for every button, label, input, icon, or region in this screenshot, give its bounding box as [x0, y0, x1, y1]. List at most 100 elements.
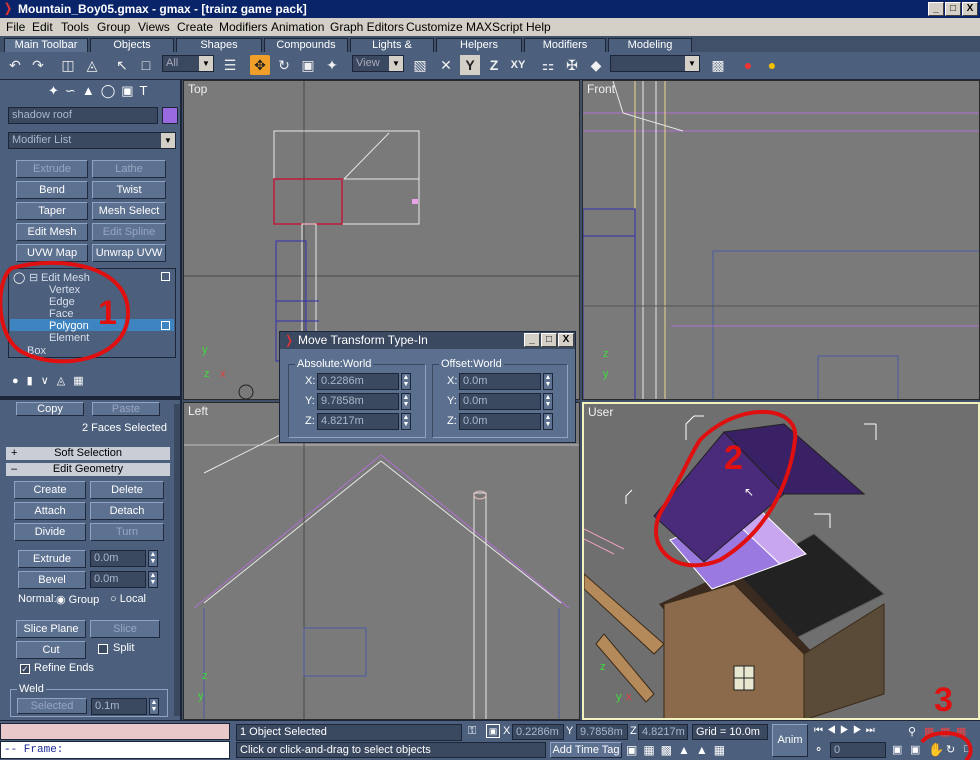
tab-lights-cameras[interactable]: Lights & Cameras [350, 38, 434, 63]
create-tab-icon[interactable]: ✦ [48, 83, 65, 98]
stack-checkbox[interactable] [161, 321, 170, 330]
lathe-modifier-button[interactable]: Lathe [92, 160, 166, 178]
motion-tab-icon[interactable]: ◯ [101, 83, 122, 98]
coord-z-field[interactable]: 4.8217m [638, 724, 688, 740]
dialog-minimize-button[interactable]: _ [524, 333, 540, 347]
maxscript-listener-pink[interactable] [0, 723, 230, 740]
bend-modifier-button[interactable]: Bend [16, 181, 88, 199]
select-by-name-icon[interactable]: ☰ [220, 55, 240, 75]
array-icon[interactable]: ✠ [562, 55, 582, 75]
link-icon[interactable]: ◫ [58, 55, 78, 75]
extrude-amount-field[interactable]: 0.0m [90, 550, 146, 567]
divide-button[interactable]: Divide [14, 523, 86, 541]
stack-item-vertex[interactable]: Vertex [49, 284, 80, 296]
lightbulb-icon[interactable]: ◯ [13, 272, 25, 284]
edit-geometry-rollout[interactable]: – Edit Geometry [6, 463, 170, 476]
menu-create[interactable]: Create [177, 18, 213, 36]
modifier-stack[interactable]: ◯ ⊟ Edit Mesh Vertex Edge Face Polygon E… [8, 268, 176, 358]
dialog-close-button[interactable]: X [558, 333, 574, 347]
unwrap-uvw-modifier-button[interactable]: Unwrap UVW [92, 244, 166, 262]
group-radio[interactable]: ◉ Group [56, 593, 99, 606]
menu-tools[interactable]: Tools [61, 18, 89, 36]
viewport-label-user[interactable]: User [588, 405, 613, 419]
menu-customize[interactable]: Customize [406, 18, 463, 36]
display-tab-icon[interactable]: ▣ [121, 83, 139, 98]
zoom-extents-icon[interactable]: ▦ [940, 725, 950, 738]
absolute-x-spinner[interactable]: ▲ ▼ [401, 373, 411, 390]
frame-field[interactable]: 0 [830, 742, 886, 758]
show-end-result-icon[interactable]: ▮ [27, 375, 41, 387]
playback-controls[interactable]: ⏮◀▶▶⏭ [814, 725, 879, 736]
stack-item-polygon[interactable]: Polygon [49, 320, 89, 332]
weld-threshold-field[interactable]: 0.1m [91, 698, 147, 715]
rotate-icon[interactable]: ↻ [274, 55, 294, 75]
twist-modifier-button[interactable]: Twist [92, 181, 166, 199]
move-transform-dialog[interactable]: ❭ Move Transform Type-In _ □ X Absolute:… [279, 331, 576, 443]
menu-views[interactable]: Views [138, 18, 170, 36]
slice-button[interactable]: Slice [90, 620, 160, 638]
weld-spinner[interactable]: ▲ ▼ [149, 698, 159, 715]
pan-hand-icon[interactable]: ✋ [928, 742, 944, 758]
close-button[interactable]: X [962, 2, 978, 16]
offset-y-field[interactable]: 0.0m [459, 393, 541, 410]
stack-checkbox[interactable] [161, 272, 170, 281]
transform-center-icon[interactable]: ✦ [322, 55, 342, 75]
configure-sets-icon[interactable]: ▦ [73, 375, 91, 387]
copy-button[interactable]: Copy [16, 402, 84, 416]
command-panel-tabs[interactable]: ✦∽▲◯▣T [48, 83, 180, 101]
pivot-icon[interactable]: ▧ [410, 55, 430, 75]
unlink-icon[interactable]: ◬ [82, 55, 102, 75]
absolute-x-field[interactable]: 0.2286m [317, 373, 399, 390]
tab-objects[interactable]: Objects [90, 38, 174, 52]
attach-button[interactable]: Attach [14, 502, 86, 520]
offset-z-spinner[interactable]: ▲ ▼ [543, 413, 553, 430]
align-icon[interactable]: ◆ [586, 55, 606, 75]
maxscript-listener[interactable]: -- Frame: [0, 741, 230, 759]
stack-item-box[interactable]: Box [27, 345, 46, 357]
delete-button[interactable]: Delete [90, 481, 164, 499]
menu-modifiers[interactable]: Modifiers [219, 18, 268, 36]
refine-ends-checkbox[interactable]: ✓ [20, 664, 30, 674]
maximize-button[interactable]: □ [945, 2, 961, 16]
make-unique-icon[interactable]: ∨ [41, 375, 57, 387]
remove-modifier-icon[interactable]: ◬ [57, 375, 73, 387]
pin-stack-icon[interactable]: ● [12, 375, 27, 387]
viewport-label-top[interactable]: Top [188, 82, 207, 96]
dialog-title-bar[interactable]: ❭ Move Transform Type-In _ □ X [280, 332, 575, 349]
layers-icon[interactable]: ▩ [708, 55, 728, 75]
dialog-maximize-button[interactable]: □ [541, 333, 557, 347]
move-icon[interactable]: ✥ [250, 55, 270, 75]
tab-modeling[interactable]: Modeling [608, 38, 692, 52]
local-radio[interactable]: ○ Local [110, 593, 146, 605]
menu-help[interactable]: Help [526, 18, 551, 36]
restrict-y-button[interactable]: Y [460, 55, 480, 75]
menu-group[interactable]: Group [97, 18, 130, 36]
lock-selection-icon[interactable]: ⚿ [468, 725, 476, 738]
scale-icon[interactable]: ▣ [298, 55, 318, 75]
paste-button[interactable]: Paste [92, 402, 160, 416]
stack-item-edit-mesh[interactable]: Edit Mesh [41, 272, 90, 284]
ref-coord-dropdown[interactable]: View ▼ [352, 55, 404, 72]
cut-button[interactable]: Cut [16, 641, 86, 659]
offset-x-spinner[interactable]: ▲ ▼ [543, 373, 553, 390]
tab-main-toolbar[interactable]: Main Toolbar [4, 38, 88, 52]
menu-animation[interactable]: Animation [271, 18, 324, 36]
edit-mesh-modifier-button[interactable]: Edit Mesh [16, 223, 88, 241]
field-of-view-icon[interactable]: ▣ [892, 743, 902, 756]
hierarchy-tab-icon[interactable]: ▲ [82, 83, 101, 98]
extrude-modifier-button[interactable]: Extrude [16, 160, 88, 178]
undo-icon[interactable]: ↶ [5, 55, 25, 75]
offset-x-field[interactable]: 0.0m [459, 373, 541, 390]
animate-button[interactable]: Anim [772, 724, 808, 757]
extrude-spinner[interactable]: ▲ ▼ [148, 550, 158, 567]
select-arrow-icon[interactable]: ↖ [112, 55, 132, 75]
restrict-x-icon[interactable]: ✕ [436, 55, 456, 75]
panel-scrollbar[interactable] [174, 404, 180, 716]
menu-maxscript[interactable]: MAXScript [466, 18, 523, 36]
mesh-select-modifier-button[interactable]: Mesh Select [92, 202, 166, 220]
absolute-y-spinner[interactable]: ▲ ▼ [401, 393, 411, 410]
tab-helpers[interactable]: Helpers [436, 38, 522, 52]
object-color-swatch[interactable] [162, 107, 178, 124]
bevel-button[interactable]: Bevel [18, 571, 86, 589]
object-name-field[interactable]: shadow roof [8, 107, 158, 124]
